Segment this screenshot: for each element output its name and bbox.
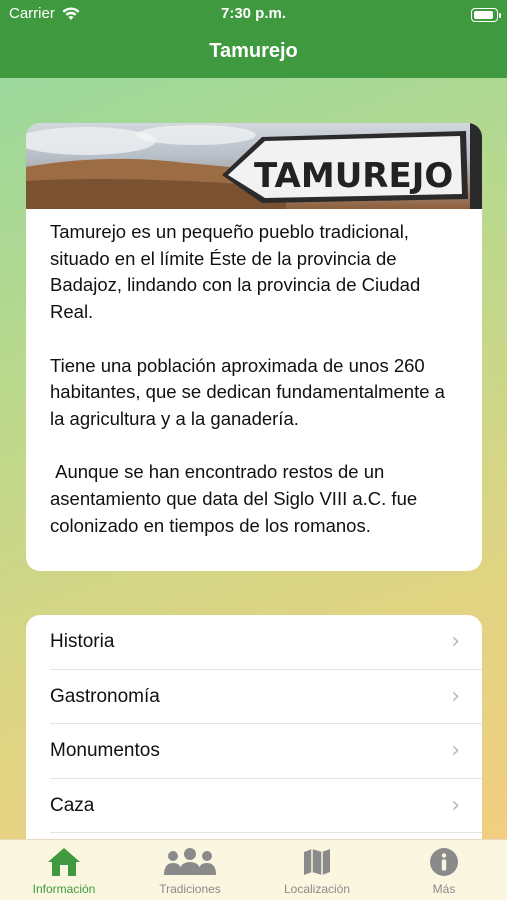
tab-localizacion[interactable]: Localización <box>262 846 372 896</box>
menu-item-monumentos[interactable]: Monumentos › <box>50 724 482 779</box>
info-icon <box>389 846 499 878</box>
navigation-bar: Carrier 7:30 p.m. Tamurejo <box>0 0 507 78</box>
chevron-right-icon: › <box>451 738 460 763</box>
tab-label: Tradiciones <box>159 882 221 896</box>
intro-card: TAMUREJO Tamurejo es un pequeño pueblo t… <box>26 123 482 571</box>
menu-item-historia[interactable]: Historia › <box>50 615 482 670</box>
menu-item-label: Historia <box>50 631 115 652</box>
status-time: 7:30 p.m. <box>220 5 287 22</box>
tab-label: Información <box>32 882 96 896</box>
page-title: Tamurejo <box>209 40 298 62</box>
status-bar: Carrier 7:30 p.m. <box>0 5 507 25</box>
chevron-right-icon: › <box>451 683 460 709</box>
menu-item-label: Caza <box>50 794 95 816</box>
sign-text: TAMUREJO <box>254 156 453 196</box>
chevron-right-icon: › <box>451 792 460 818</box>
menu-item-caza[interactable]: Caza › <box>50 779 482 833</box>
tab-tradiciones[interactable]: Tradiciones <box>135 846 245 896</box>
tab-informacion[interactable]: Información <box>9 846 119 896</box>
tab-label: Localización <box>283 882 351 896</box>
tab-bar: Información Tradiciones Localización Más <box>0 839 507 900</box>
people-icon <box>135 846 245 878</box>
map-icon <box>262 846 372 878</box>
sections-menu: Historia › Gastronomía › Monumentos › Ca… <box>26 615 482 855</box>
house-icon <box>9 846 119 878</box>
battery-icon <box>471 8 501 22</box>
chevron-right-icon: › <box>451 629 460 654</box>
town-sign-image: TAMUREJO <box>26 123 482 209</box>
town-description: Tamurejo es un pequeño pueblo tradiciona… <box>50 221 445 536</box>
tab-label: Más <box>432 882 456 896</box>
menu-item-label: Gastronomía <box>50 685 160 707</box>
tab-mas[interactable]: Más <box>389 846 499 896</box>
menu-item-gastronomia[interactable]: Gastronomía › <box>50 670 482 724</box>
menu-item-label: Monumentos <box>50 740 160 761</box>
